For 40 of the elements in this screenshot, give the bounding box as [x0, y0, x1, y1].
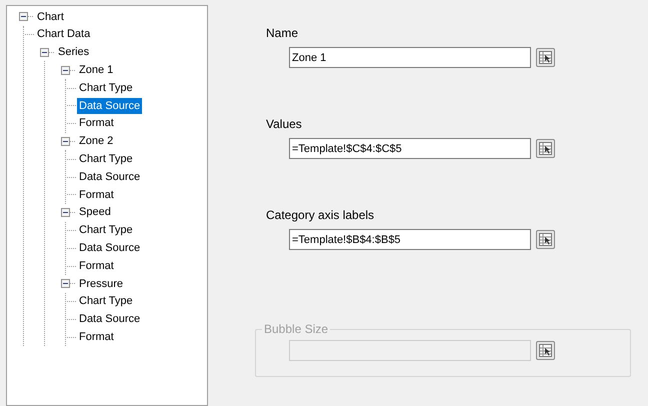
tree-item[interactable]: Format [77, 186, 116, 204]
tree-item[interactable]: Chart Data [35, 26, 92, 43]
tree-item[interactable]: Chart Type [77, 222, 135, 239]
tree-item[interactable]: Pressure [77, 276, 126, 292]
tree-item[interactable]: Data Source [77, 311, 142, 328]
range-picker-button[interactable] [536, 48, 555, 67]
text-field[interactable]: =Template!$C$4:$C$5 [289, 138, 531, 159]
field-label: Values [266, 116, 303, 130]
tree-item[interactable]: Chart Type [77, 293, 135, 310]
collapse-icon[interactable] [40, 48, 49, 57]
grid-arrow-icon [539, 233, 552, 246]
collapse-icon[interactable] [19, 12, 28, 22]
tree-item[interactable]: Speed [77, 204, 113, 221]
tree-item[interactable]: Zone 2 [77, 133, 116, 150]
collapse-icon[interactable] [61, 279, 70, 288]
tree-item[interactable]: Series [56, 44, 92, 61]
collapse-icon[interactable] [61, 208, 70, 218]
text-field[interactable]: =Template!$B$4:$B$5 [289, 229, 531, 250]
grid-arrow-icon [539, 344, 552, 357]
collapse-icon[interactable] [61, 66, 70, 75]
tree-item[interactable]: Format [77, 115, 116, 132]
range-picker-button[interactable] [536, 341, 555, 360]
grid-arrow-icon [539, 51, 552, 64]
tree-item[interactable]: Format [77, 328, 116, 346]
text-field[interactable]: Zone 1 [289, 47, 531, 68]
tree-item[interactable]: Data Source [77, 98, 142, 114]
field-label: Name [266, 25, 300, 39]
tree-item[interactable]: Data Source [77, 240, 142, 256]
tree-item[interactable]: Chart [35, 8, 66, 26]
group-legend: Bubble Size [262, 320, 330, 338]
tree-item[interactable]: Chart Type [77, 80, 135, 96]
range-picker-button[interactable] [536, 230, 555, 249]
tree-item[interactable]: Format [77, 258, 116, 274]
field-label: Category axis labels [266, 207, 376, 221]
tree-item[interactable]: Zone 1 [77, 62, 116, 79]
tree-item[interactable]: Chart Type [77, 151, 135, 168]
grid-arrow-icon [539, 142, 552, 155]
range-picker-button[interactable] [536, 139, 555, 158]
tree-item[interactable]: Data Source [77, 168, 142, 186]
collapse-icon[interactable] [61, 136, 70, 146]
